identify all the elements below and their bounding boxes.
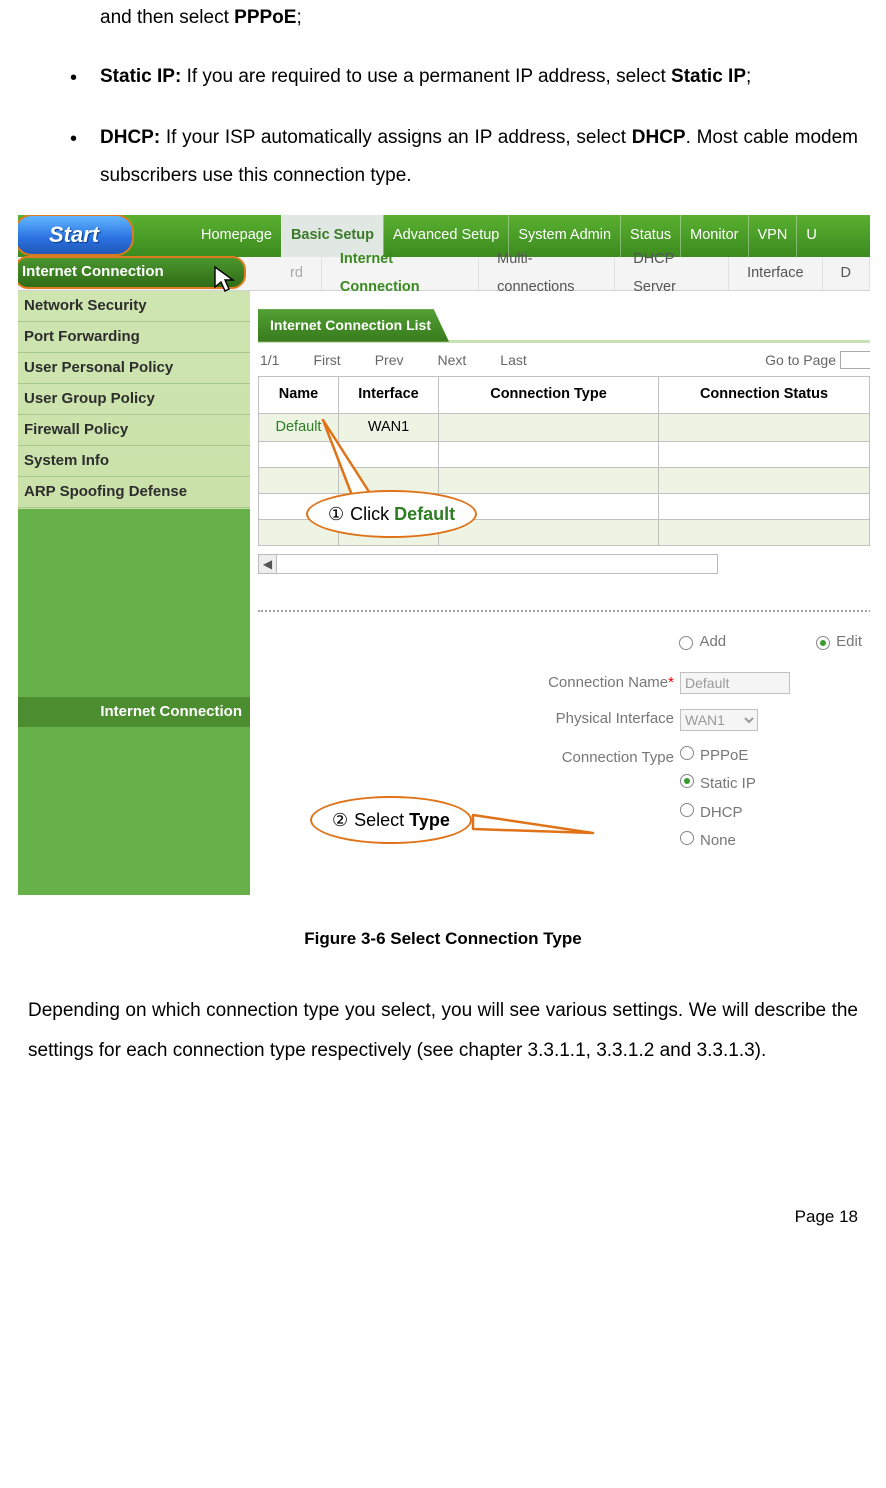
radio-icon xyxy=(680,831,694,845)
callout-tail-icon xyxy=(473,793,603,852)
lbl-connection-name: Connection Name xyxy=(548,674,668,691)
pager-goto-label: Go to Page xyxy=(765,347,836,374)
subtab-dhcp-server[interactable]: DHCP Server xyxy=(615,257,729,290)
pager: 1/1 First Prev Next Last Go to Page xyxy=(250,343,870,377)
staticip-label: Static IP: xyxy=(100,66,181,87)
scroll-left-icon[interactable]: ◀ xyxy=(259,555,277,573)
required-star-icon: * xyxy=(668,674,674,691)
th-connection-type: Connection Type xyxy=(439,377,659,414)
cursor-icon xyxy=(213,265,237,295)
input-connection-name[interactable] xyxy=(680,672,790,694)
radio-add[interactable]: Add xyxy=(679,628,726,657)
sidebar-header-internet-connection[interactable]: Internet Connection xyxy=(18,256,246,289)
radio-icon xyxy=(680,774,694,788)
row-ctype xyxy=(439,413,659,442)
sidebar-item-arp-spoofing-defense[interactable]: ARP Spoofing Defense xyxy=(18,477,250,508)
intro-suf: ; xyxy=(296,7,301,28)
start-button[interactable]: Start xyxy=(18,215,134,256)
pager-last[interactable]: Last xyxy=(500,347,526,374)
th-name: Name xyxy=(259,377,339,414)
panel-tab-title: Internet Connection List xyxy=(258,309,449,342)
lbl-connection-type: Connection Type xyxy=(562,749,674,766)
horizontal-scrollbar[interactable]: ◀ xyxy=(258,554,718,574)
callout-select-type: ② Select Type xyxy=(310,796,472,844)
intro-bold: PPPoE xyxy=(234,7,296,28)
th-connection-status: Connection Status xyxy=(659,377,870,414)
pager-prev[interactable]: Prev xyxy=(375,347,404,374)
sidebar: Network Security Port Forwarding User Pe… xyxy=(18,291,250,895)
th-interface: Interface xyxy=(339,377,439,414)
pager-count: 1/1 xyxy=(260,347,279,374)
tab-truncated[interactable]: U xyxy=(796,215,825,257)
intro-pre: and then select xyxy=(100,7,234,28)
callout-word: Type xyxy=(409,810,450,830)
pager-first[interactable]: First xyxy=(313,347,340,374)
dhcp-label: DHCP: xyxy=(100,127,160,148)
radio-static-ip[interactable]: Static IP xyxy=(680,770,756,799)
screenshot-figure: Start Homepage Basic Setup Advanced Setu… xyxy=(18,215,870,895)
subtab-truncated-2[interactable]: D xyxy=(823,257,870,290)
callout-click-default: ① Click Default xyxy=(306,490,477,538)
tab-homepage[interactable]: Homepage xyxy=(192,215,281,257)
lbl-physical-interface: Physical Interface xyxy=(556,710,674,727)
callout-word: Default xyxy=(394,504,455,524)
staticip-text-b: ; xyxy=(746,66,751,87)
dhcp-bold: DHCP xyxy=(632,127,686,148)
bullet-static-ip: • Static IP: If you are required to use … xyxy=(70,58,858,97)
section-divider xyxy=(258,610,870,612)
sub-navbar: Internet Connection rd Internet Connecti… xyxy=(18,257,870,291)
radio-dhcp[interactable]: DHCP xyxy=(680,799,756,828)
tab-vpn[interactable]: VPN xyxy=(748,215,797,257)
subtab-interface[interactable]: Interface xyxy=(729,257,822,290)
subtab-internet-connection[interactable]: Internet Connection xyxy=(322,257,479,290)
sidebar-item-firewall-policy[interactable]: Firewall Policy xyxy=(18,415,250,446)
after-paragraph: Depending on which connection type you s… xyxy=(28,991,858,1071)
pager-goto-input[interactable] xyxy=(840,351,870,369)
subtab-truncated[interactable]: rd xyxy=(246,257,322,290)
callout-num: ② xyxy=(332,803,348,837)
staticip-text-a: If you are required to use a permanent I… xyxy=(181,66,671,87)
bullet-dhcp: • DHCP: If your ISP automatically assign… xyxy=(70,119,858,195)
radio-edit[interactable]: Edit xyxy=(816,628,862,657)
staticip-bold: Static IP xyxy=(671,66,746,87)
sidebar-item-user-group-policy[interactable]: User Group Policy xyxy=(18,384,250,415)
intro-line: and then select PPPoE; xyxy=(100,0,858,36)
radio-icon xyxy=(679,636,693,650)
callout-num: ① xyxy=(328,497,344,531)
radio-icon xyxy=(680,746,694,760)
row-name-link[interactable]: Default xyxy=(276,419,322,435)
radio-icon xyxy=(816,636,830,650)
select-physical-interface[interactable]: WAN1 xyxy=(680,709,758,731)
page-number: Page 18 xyxy=(28,1201,858,1233)
radio-icon xyxy=(680,803,694,817)
subtab-multi-connections[interactable]: Multi-connections xyxy=(479,257,615,290)
sidebar-item-user-personal-policy[interactable]: User Personal Policy xyxy=(18,353,250,384)
mode-radio-row: Add Edit xyxy=(250,628,862,657)
sidebar-item-port-forwarding[interactable]: Port Forwarding xyxy=(18,322,250,353)
radio-pppoe[interactable]: PPPoE xyxy=(680,742,756,771)
sidebar-active-internet-connection[interactable]: Internet Connection xyxy=(18,697,250,727)
radio-none[interactable]: None xyxy=(680,827,756,856)
bullet-dot-icon: • xyxy=(70,58,100,97)
start-label: Start xyxy=(49,215,99,256)
dhcp-text-a: If your ISP automatically assigns an IP … xyxy=(160,127,632,148)
bullet-dot-icon: • xyxy=(70,119,100,195)
sidebar-item-network-security[interactable]: Network Security xyxy=(18,291,250,322)
figure-caption: Figure 3-6 Select Connection Type xyxy=(28,923,858,955)
sidebar-item-system-info[interactable]: System Info xyxy=(18,446,250,477)
pager-next[interactable]: Next xyxy=(437,347,466,374)
row-cstatus xyxy=(659,413,870,442)
